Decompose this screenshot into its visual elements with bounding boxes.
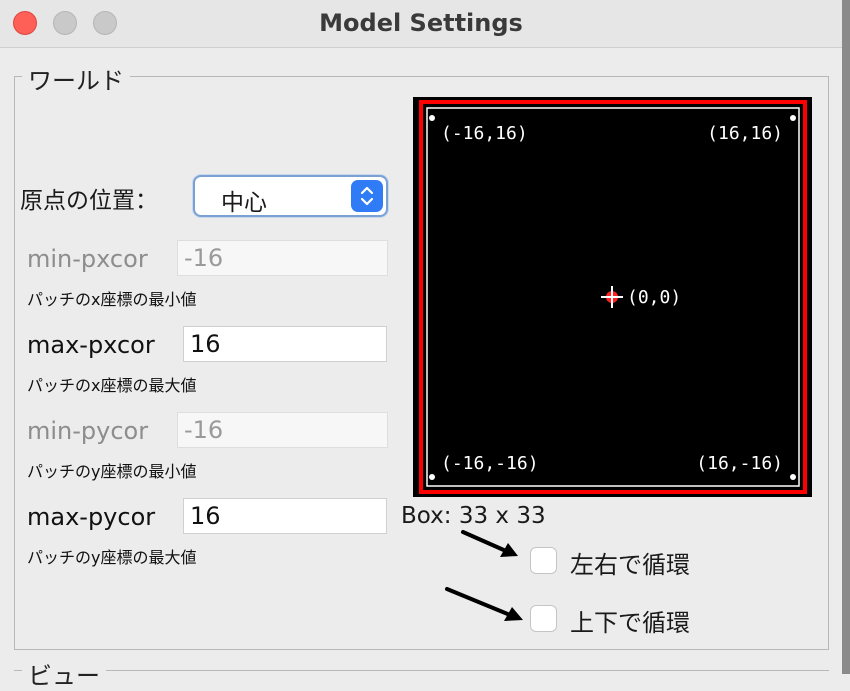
origin-select[interactable]: 中心 [193, 175, 388, 217]
corner-dot-bottom-left [429, 474, 435, 480]
coord-top-right: (16,16) [707, 123, 783, 144]
wrap-horizontal-checkbox[interactable] [530, 547, 557, 574]
coord-bottom-right: (16,-16) [696, 453, 783, 474]
max-pxcor-label: max-pxcor [27, 331, 155, 359]
origin-label: 原点の位置： [20, 188, 158, 214]
wrap-horizontal-label[interactable]: 左右で循環 [570, 545, 690, 580]
coord-top-left: (-16,16) [441, 123, 528, 144]
min-pxcor-input: -16 [177, 240, 388, 276]
title-bar: Model Settings [0, 0, 850, 48]
max-pxcor-input[interactable]: 16 [183, 326, 387, 362]
origin-select-value: 中心 [221, 190, 267, 216]
min-pycor-desc: パッチのy座標の最小値 [27, 462, 197, 481]
wrap-vertical-label[interactable]: 上下で循環 [570, 603, 690, 638]
corner-dot-top-left [429, 115, 435, 121]
min-pycor-label: min-pycor [27, 417, 149, 445]
min-pxcor-desc: パッチのx座標の最小値 [27, 290, 197, 309]
min-pycor-input: -16 [177, 412, 388, 448]
max-pycor-desc: パッチのy座標の最大値 [27, 548, 197, 567]
arrow-icon [445, 587, 523, 621]
max-pxcor-desc: パッチのx座標の最大値 [27, 376, 197, 395]
arrow-icon [461, 530, 518, 557]
box-size-label: Box: 33 x 33 [401, 503, 546, 529]
window-edge [842, 0, 850, 674]
view-group [14, 670, 829, 681]
window-title: Model Settings [319, 9, 523, 37]
corner-dot-top-right [790, 115, 796, 121]
coord-center: (0,0) [627, 287, 681, 308]
world-group-legend: ワールド [22, 61, 130, 96]
updown-chevron-icon[interactable] [351, 180, 383, 212]
world-preview: (-16,16) (16,16) (0,0) (-16,-16) (16,-16… [413, 97, 812, 497]
max-pycor-label: max-pycor [27, 503, 156, 531]
coord-bottom-left: (-16,-16) [441, 453, 539, 474]
wrap-vertical-checkbox[interactable] [530, 605, 557, 632]
min-pxcor-label: min-pxcor [27, 245, 148, 273]
max-pycor-input[interactable]: 16 [183, 498, 387, 534]
corner-dot-bottom-right [790, 474, 796, 480]
